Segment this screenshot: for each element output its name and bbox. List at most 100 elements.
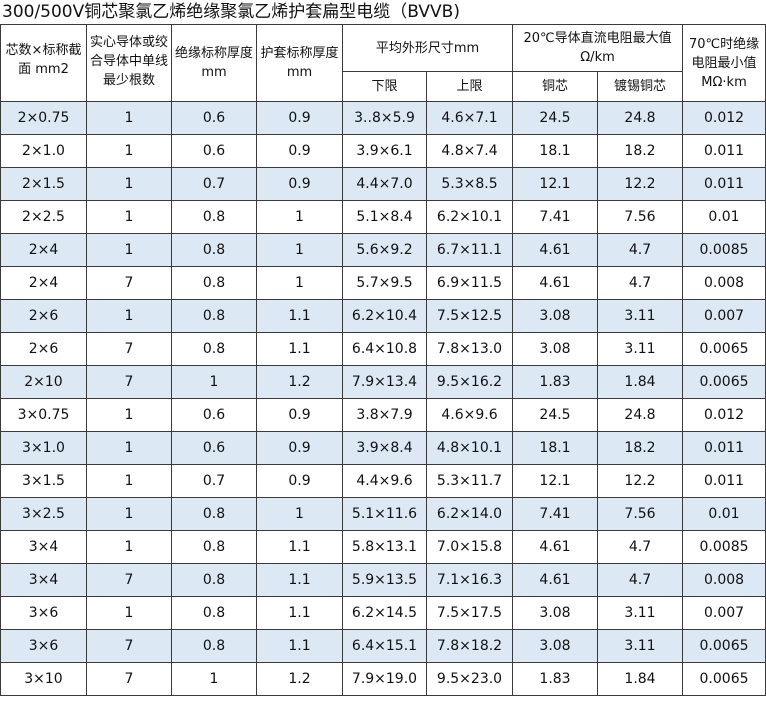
table-row: 3×6 7 0.8 1.1 6.4×15.1 7.8×18.2 3.08 3.11 0.0065: [0, 629, 766, 663]
cell-insulation-resistance: 0.0065: [682, 332, 766, 366]
cell-cores-section: 2×4: [0, 233, 87, 267]
table-row: 2×0.75 1 0.6 0.9 3..8×5.9 4.6×7.1 24.5 24.8 0.01…: [0, 101, 766, 135]
cell-cores-section: 3×4: [0, 530, 87, 564]
cell-sheath: 0.9: [256, 464, 343, 498]
cell-dims-lower: 7.9×19.0: [342, 662, 427, 696]
table-row: 2×4 1 0.8 1 5.6×9.2 6.7×11.1 4.61 4.7 0.0085: [0, 233, 766, 267]
table-row: 3×4 7 0.8 1.1 5.9×13.5 7.1×16.3 4.61 4.7 0.008: [0, 563, 766, 597]
cell-insulation: 0.8: [171, 563, 257, 597]
page-title: 300/500V铜芯聚氯乙烯绝缘聚氯乙烯护套扁型电缆（BVVB): [2, 2, 460, 22]
cell-cores-section: 2×4: [0, 266, 87, 300]
cell-dims-upper: 6.7×11.1: [425, 233, 514, 267]
cell-cores-section: 3×1.5: [0, 464, 87, 498]
cell-res-tinned: 18.2: [597, 134, 684, 168]
table-row: 3×6 1 0.8 1.1 6.2×14.5 7.5×17.5 3.08 3.11 0.007: [0, 596, 766, 630]
cell-min-wires: 7: [86, 563, 172, 597]
cell-insulation-resistance: 0.012: [682, 398, 766, 432]
cell-res-copper: 1.83: [512, 662, 599, 696]
table-body: 2×0.75 1 0.6 0.9 3..8×5.9 4.6×7.1 24.5 24.8 0.01…: [0, 101, 766, 696]
cell-dims-lower: 3.9×6.1: [342, 134, 427, 168]
table-row: 3×2.5 1 0.8 1 5.1×11.6 6.2×14.0 7.41 7.56 0.01: [0, 497, 766, 531]
cell-sheath: 1: [256, 200, 343, 234]
cell-sheath: 1.2: [256, 662, 343, 696]
cell-res-tinned: 24.8: [597, 398, 684, 432]
cell-res-copper: 1.83: [512, 365, 599, 399]
cell-insulation-resistance: 0.0085: [682, 530, 766, 564]
cell-min-wires: 7: [86, 332, 172, 366]
cell-res-tinned: 1.84: [597, 662, 684, 696]
cell-dims-lower: 7.9×13.4: [342, 365, 427, 399]
cell-dims-upper: 4.6×7.1: [425, 101, 514, 135]
cell-dims-lower: 6.4×10.8: [342, 332, 427, 366]
cell-min-wires: 1: [86, 200, 172, 234]
cell-insulation-resistance: 0.01: [682, 200, 766, 234]
cell-insulation: 0.6: [171, 398, 257, 432]
cell-cores-section: 2×6: [0, 332, 87, 366]
cell-res-tinned: 4.7: [597, 266, 684, 300]
cell-min-wires: 1: [86, 431, 172, 465]
cell-sheath: 1: [256, 233, 343, 267]
cell-dims-lower: 5.1×11.6: [342, 497, 427, 531]
cell-dims-lower: 5.8×13.1: [342, 530, 427, 564]
table-row: 2×6 1 0.8 1.1 6.2×10.4 7.5×12.5 3.08 3.11 0.007: [0, 299, 766, 333]
cell-dims-lower: 3.9×8.4: [342, 431, 427, 465]
table-row: 3×1.5 1 0.7 0.9 4.4×9.6 5.3×11.7 12.1 12.2 0.011: [0, 464, 766, 498]
cell-min-wires: 1: [86, 497, 172, 531]
cell-insulation-resistance: 0.007: [682, 596, 766, 630]
cell-dims-upper: 7.8×13.0: [425, 332, 514, 366]
cell-cores-section: 3×1.0: [0, 431, 87, 465]
cell-insulation-resistance: 0.01: [682, 497, 766, 531]
cell-min-wires: 1: [86, 167, 172, 201]
cell-min-wires: 7: [86, 266, 172, 300]
cell-sheath: 0.9: [256, 134, 343, 168]
cell-min-wires: 1: [86, 134, 172, 168]
cell-res-copper: 4.61: [512, 266, 599, 300]
cell-min-wires: 1: [86, 233, 172, 267]
cell-cores-section: 2×6: [0, 299, 87, 333]
cell-res-tinned: 24.8: [597, 101, 684, 135]
cell-dims-upper: 7.5×12.5: [425, 299, 514, 333]
cell-sheath: 1: [256, 266, 343, 300]
cell-dims-lower: 6.4×15.1: [342, 629, 427, 663]
cell-insulation-resistance: 0.0065: [682, 629, 766, 663]
cell-res-copper: 4.61: [512, 563, 599, 597]
cell-dims-lower: 6.2×10.4: [342, 299, 427, 333]
cell-sheath: 0.9: [256, 398, 343, 432]
table-header: 芯数×标称截面 mm2 实心导体或绞合导体中单线最少根数 绝缘标称厚度mm 护套…: [0, 24, 766, 102]
header-sheath-thickness: 护套标称厚度mm: [256, 24, 343, 102]
cell-insulation-resistance: 0.011: [682, 134, 766, 168]
cell-res-tinned: 12.2: [597, 167, 684, 201]
cell-res-copper: 3.08: [512, 332, 599, 366]
header-insulation-resistance: 70℃时绝缘电阻最小值MΩ·km: [682, 24, 766, 102]
cell-cores-section: 2×1.0: [0, 134, 87, 168]
cell-dims-upper: 6.2×14.0: [425, 497, 514, 531]
cell-sheath: 1.1: [256, 596, 343, 630]
cell-sheath: 1.2: [256, 365, 343, 399]
cell-res-copper: 18.1: [512, 431, 599, 465]
cell-insulation: 0.8: [171, 266, 257, 300]
cell-res-tinned: 3.11: [597, 596, 684, 630]
cell-res-copper: 4.61: [512, 233, 599, 267]
cell-min-wires: 1: [86, 464, 172, 498]
cell-insulation-resistance: 0.011: [682, 431, 766, 465]
cell-dims-upper: 7.1×16.3: [425, 563, 514, 597]
cell-sheath: 1.1: [256, 629, 343, 663]
cell-dims-lower: 5.7×9.5: [342, 266, 427, 300]
table-row: 2×2.5 1 0.8 1 5.1×8.4 6.2×10.1 7.41 7.56 0.01: [0, 200, 766, 234]
cell-sheath: 1.1: [256, 332, 343, 366]
table-row: 3×4 1 0.8 1.1 5.8×13.1 7.0×15.8 4.61 4.7 0.0085: [0, 530, 766, 564]
cell-cores-section: 3×2.5: [0, 497, 87, 531]
cell-dims-upper: 6.2×10.1: [425, 200, 514, 234]
cell-insulation: 0.7: [171, 167, 257, 201]
cell-res-tinned: 3.11: [597, 629, 684, 663]
header-dims-lower: 下限: [342, 71, 427, 102]
cell-sheath: 0.9: [256, 431, 343, 465]
cell-res-tinned: 3.11: [597, 332, 684, 366]
cell-dims-upper: 4.8×7.4: [425, 134, 514, 168]
cell-res-tinned: 4.7: [597, 233, 684, 267]
cell-insulation: 0.8: [171, 530, 257, 564]
cell-insulation-resistance: 0.0065: [682, 365, 766, 399]
cell-cores-section: 2×2.5: [0, 200, 87, 234]
cell-res-copper: 4.61: [512, 530, 599, 564]
cell-min-wires: 1: [86, 101, 172, 135]
